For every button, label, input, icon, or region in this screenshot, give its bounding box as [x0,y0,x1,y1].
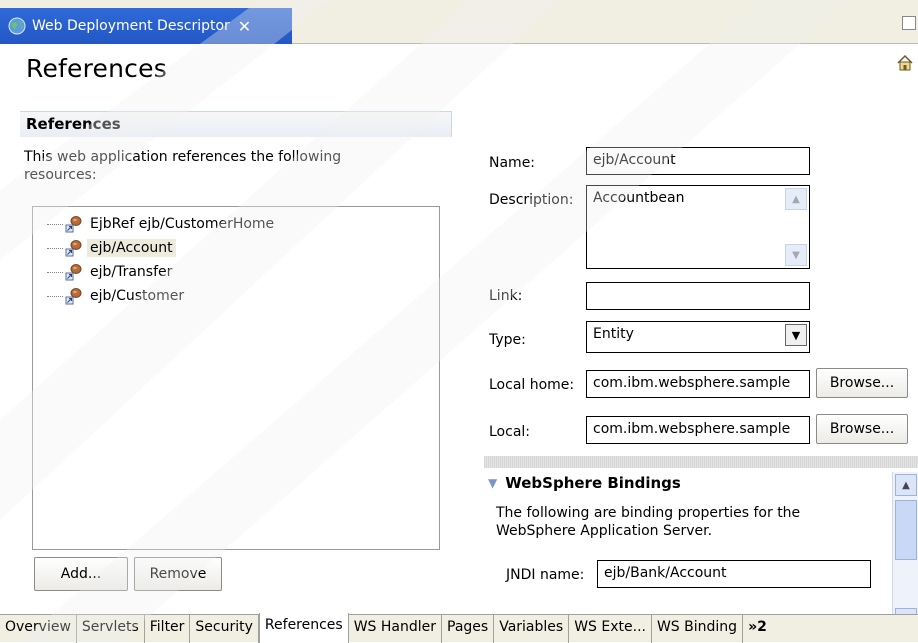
description-text: Accountbean [593,190,685,206]
editor-tab-bar: Web Deployment Descriptor ✕ [0,0,918,44]
local-home-label: Local home: [489,377,575,393]
scroll-thumb[interactable] [895,500,917,560]
maximize-icon[interactable] [902,16,916,30]
type-label: Type: [489,332,526,348]
editor-tab-web-deployment-descriptor[interactable]: Web Deployment Descriptor ✕ [0,8,292,44]
tree-item[interactable]: ejb/Account [47,237,176,259]
tree-item[interactable]: ejb/Transfer [47,261,175,283]
tree-item-label: ejb/Account [87,239,176,257]
local-home-browse-button[interactable]: Browse... [816,368,908,398]
close-icon[interactable]: ✕ [238,17,251,36]
tree-connector [47,272,63,273]
section-divider [484,456,918,468]
name-field[interactable]: ejb/Account [586,147,810,175]
link-label: Link: [489,288,523,304]
tree-connector [47,224,63,225]
page-tab[interactable]: WS Exte... [569,615,652,643]
bindings-title: WebSphere Bindings [505,474,681,492]
bindings-scrollbar[interactable]: ▲ ▼ [892,472,918,632]
tree-item[interactable]: EjbRef ejb/CustomerHome [47,213,277,235]
jndi-name-field[interactable]: ejb/Bank/Account [597,560,871,588]
page-tab[interactable]: Filter [145,615,191,643]
link-field[interactable] [586,282,810,310]
tree-connector [47,248,63,249]
description-field[interactable]: Accountbean ▲ ▼ [586,185,810,269]
tree-item-label: EjbRef ejb/CustomerHome [90,216,275,232]
page-tab[interactable]: References [258,613,349,643]
ejb-reference-icon [65,288,82,305]
type-select-value: Entity [593,326,634,342]
page-tab-bar: Overview Servlets Filter Security References… [0,613,918,643]
editor-tab-label: Web Deployment Descriptor [32,18,230,34]
page-tab[interactable]: Variables [494,615,570,643]
local-label: Local: [489,424,531,440]
scroll-up-icon[interactable]: ▲ [785,188,807,210]
ejb-reference-icon [65,216,82,233]
remove-button[interactable]: Remove [134,557,222,591]
tree-item-label: ejb/Customer [90,288,185,304]
local-home-field[interactable]: com.ibm.websphere.sample [586,370,810,398]
type-select[interactable]: Entity ▼ [586,321,810,353]
page-tab[interactable]: Overview [0,615,77,643]
tree-item[interactable]: ejb/Customer [47,285,187,307]
page-title: References [26,54,167,83]
ejb-reference-icon [65,240,82,257]
add-button[interactable]: Add... [34,557,128,591]
description-label: Description: [489,192,574,208]
page-tab[interactable]: Security [190,615,259,643]
local-field[interactable]: com.ibm.websphere.sample [586,416,810,444]
scroll-down-icon[interactable]: ▼ [785,244,807,266]
name-label: Name: [489,155,536,171]
page-tab[interactable]: Pages [442,615,495,643]
tree-item-label: ejb/Transfer [90,264,173,280]
bindings-description: The following are binding properties for… [496,505,801,539]
ejb-reference-icon [65,264,82,281]
globe-icon [8,17,26,35]
scroll-up-icon[interactable]: ▲ [895,474,917,496]
references-section-header: References [20,111,452,137]
more-tabs-button[interactable]: »2 [743,615,772,643]
description-scrollbar[interactable]: ▲ ▼ [785,188,807,266]
references-description: This web application references the foll… [24,149,342,183]
tree-connector [47,296,63,297]
jndi-name-label: JNDI name: [506,567,585,583]
home-icon[interactable] [896,54,914,72]
page-tab[interactable]: Servlets [77,615,145,643]
references-tree[interactable]: EjbRef ejb/CustomerHome ejb/Account ejb/Tr… [32,206,440,550]
page-tab[interactable]: WS Binding [652,615,744,643]
chevron-down-icon[interactable]: ▼ [785,324,807,346]
bindings-header[interactable]: ▼ WebSphere Bindings [488,474,681,492]
page-tab[interactable]: WS Handler [349,615,443,643]
local-browse-button[interactable]: Browse... [816,414,908,444]
collapse-triangle-icon[interactable]: ▼ [488,476,497,490]
